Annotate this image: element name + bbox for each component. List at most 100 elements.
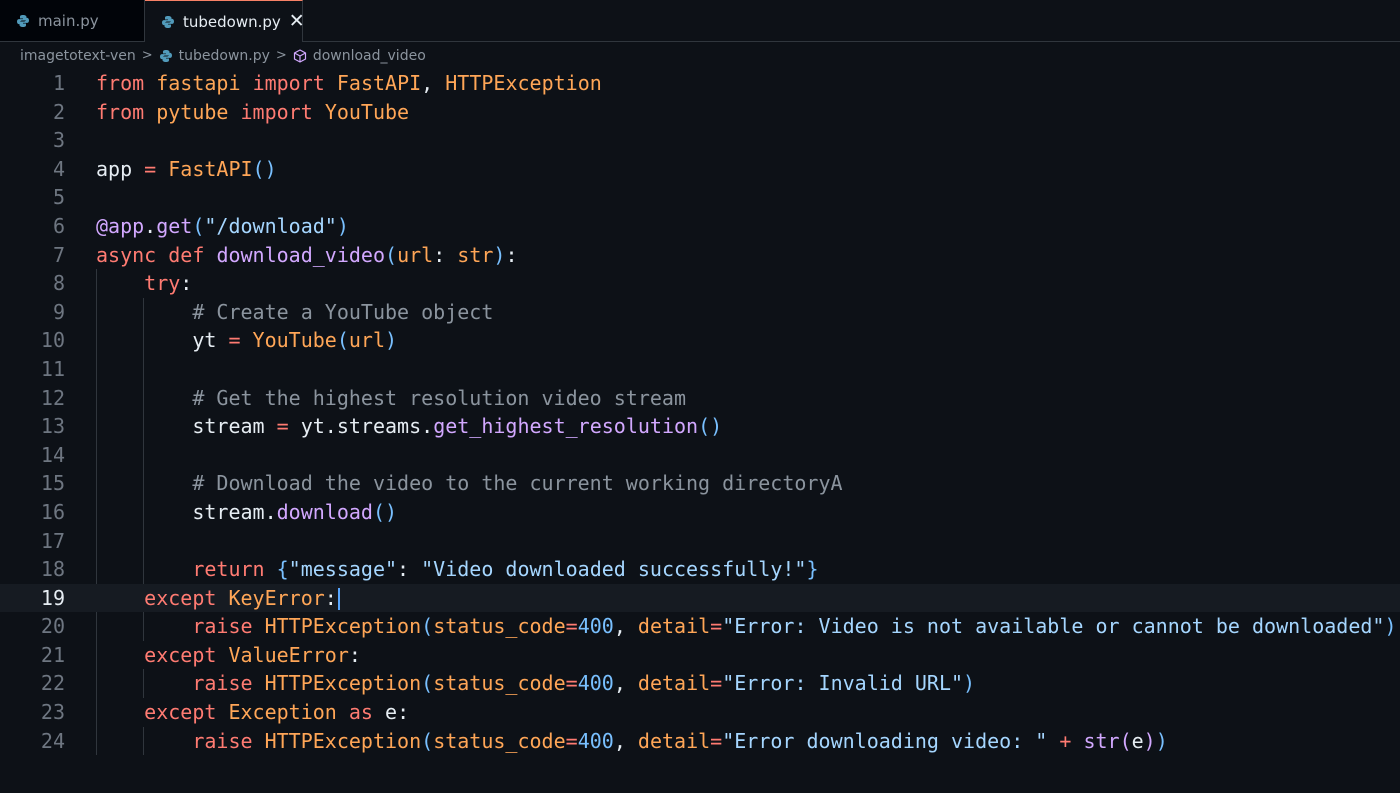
token: from: [96, 71, 145, 95]
code-token: 400: [577, 614, 614, 639]
code-token: :: [324, 585, 337, 610]
line-number: 24: [40, 728, 65, 753]
line-number: 7: [52, 242, 65, 267]
code-token: raise: [192, 614, 253, 639]
code-token: =: [216, 328, 253, 353]
code-token: (: [372, 499, 385, 524]
line-number: 3: [52, 128, 65, 153]
line-code: raise HTTPException(status_code=400, det…: [65, 669, 975, 699]
code-token: KeyError: [228, 585, 325, 610]
code-token: "Video downloaded successfully!": [421, 557, 807, 582]
line-number: 22: [40, 671, 65, 696]
code-line: 12 # Get the highest resolution video st…: [0, 383, 1400, 413]
code-line: 14: [0, 440, 1400, 470]
indent-guide: [96, 354, 97, 384]
code-token: streams: [336, 414, 422, 439]
code-line: 2 from pytube import YouTube: [0, 98, 1400, 127]
code-token: :: [397, 700, 410, 725]
indent-guide: [96, 726, 97, 756]
code-token: get_highest_resolution: [433, 414, 699, 439]
line-code: from fastapi import FastAPI, HTTPExcepti…: [65, 69, 602, 98]
code-token: .: [144, 213, 157, 238]
code-token: ,: [613, 728, 626, 753]
code-token: detail: [637, 728, 711, 753]
code-token: raise: [192, 728, 253, 753]
indent-guide: [96, 497, 97, 527]
line-number: 16: [40, 499, 65, 524]
code-token: url: [397, 242, 434, 267]
line-number: 11: [40, 356, 65, 381]
code-line: 1 from fastapi import FastAPI, HTTPExcep…: [0, 69, 1400, 98]
code-line-current: 19 except KeyError:: [0, 583, 1400, 613]
indent-guide: [96, 640, 97, 670]
indent-guide: [143, 326, 144, 355]
code-token: .: [264, 499, 277, 524]
code-token: 400: [577, 671, 614, 696]
text-cursor: [337, 588, 340, 611]
code-token: return: [192, 557, 265, 582]
breadcrumb-symbol[interactable]: download_video: [293, 48, 426, 64]
code-line: 21 except ValueError:: [0, 640, 1400, 670]
line-number: 19: [40, 585, 65, 610]
line-code: stream = yt.streams.get_highest_resoluti…: [65, 412, 722, 441]
code-token: from: [96, 99, 145, 124]
code-line: 9 # Create a YouTube object: [0, 297, 1400, 327]
breadcrumb: imagetotext-ven > tubedown.py > download…: [0, 42, 1400, 69]
code-token: "/download": [204, 213, 337, 238]
code-token: status_code: [433, 728, 566, 753]
indent-guide: [96, 297, 97, 327]
breadcrumb-file[interactable]: tubedown.py: [159, 48, 270, 64]
code-line: 22 raise HTTPException(status_code=400, …: [0, 669, 1400, 699]
line-number: 10: [40, 328, 65, 353]
code-token: (: [698, 414, 711, 439]
tab-main-py[interactable]: main.py: [0, 0, 145, 41]
line-code: [65, 526, 144, 556]
code-line: 20 raise HTTPException(status_code=400, …: [0, 612, 1400, 641]
breadcrumb-folder[interactable]: imagetotext-ven: [20, 48, 136, 64]
code-token: try: [144, 271, 181, 296]
line-code: @app.get("/download"): [65, 212, 349, 241]
code-editor[interactable]: 1 from fastapi import FastAPI, HTTPExcep…: [0, 69, 1400, 756]
code-token: ): [1384, 614, 1397, 639]
python-file-icon: [159, 49, 173, 63]
close-icon[interactable]: ✕: [289, 12, 305, 31]
code-token: +: [1047, 728, 1084, 753]
code-token: # Download the video to the current work…: [192, 471, 843, 496]
code-token: }: [806, 557, 819, 582]
indent-guide: [143, 469, 144, 498]
indent-guide: [143, 555, 144, 584]
code-line: 18 return {"message": "Video downloaded …: [0, 555, 1400, 584]
tab-tubedown-py[interactable]: tubedown.py ✕: [145, 0, 305, 42]
tab-label: main.py: [38, 11, 99, 30]
code-token: except: [144, 585, 217, 610]
code-line: 3: [0, 126, 1400, 155]
line-number: 8: [52, 271, 65, 296]
line-number: 15: [40, 471, 65, 496]
line-code: app = FastAPI(): [65, 155, 277, 184]
code-token: ): [710, 414, 723, 439]
indent-guide: [143, 412, 144, 441]
code-token: @app: [96, 213, 145, 238]
indent-guide: [96, 669, 97, 699]
code-token: # Create a YouTube object: [192, 299, 494, 324]
breadcrumb-file-label: tubedown.py: [178, 47, 270, 64]
line-code: stream.download(): [65, 497, 397, 527]
indent-guide: [96, 440, 97, 470]
line-number: 12: [40, 385, 65, 410]
indent-guide: [96, 612, 97, 641]
code-token: =: [565, 671, 578, 696]
code-line: 17: [0, 526, 1400, 556]
code-token: ): [385, 328, 398, 353]
